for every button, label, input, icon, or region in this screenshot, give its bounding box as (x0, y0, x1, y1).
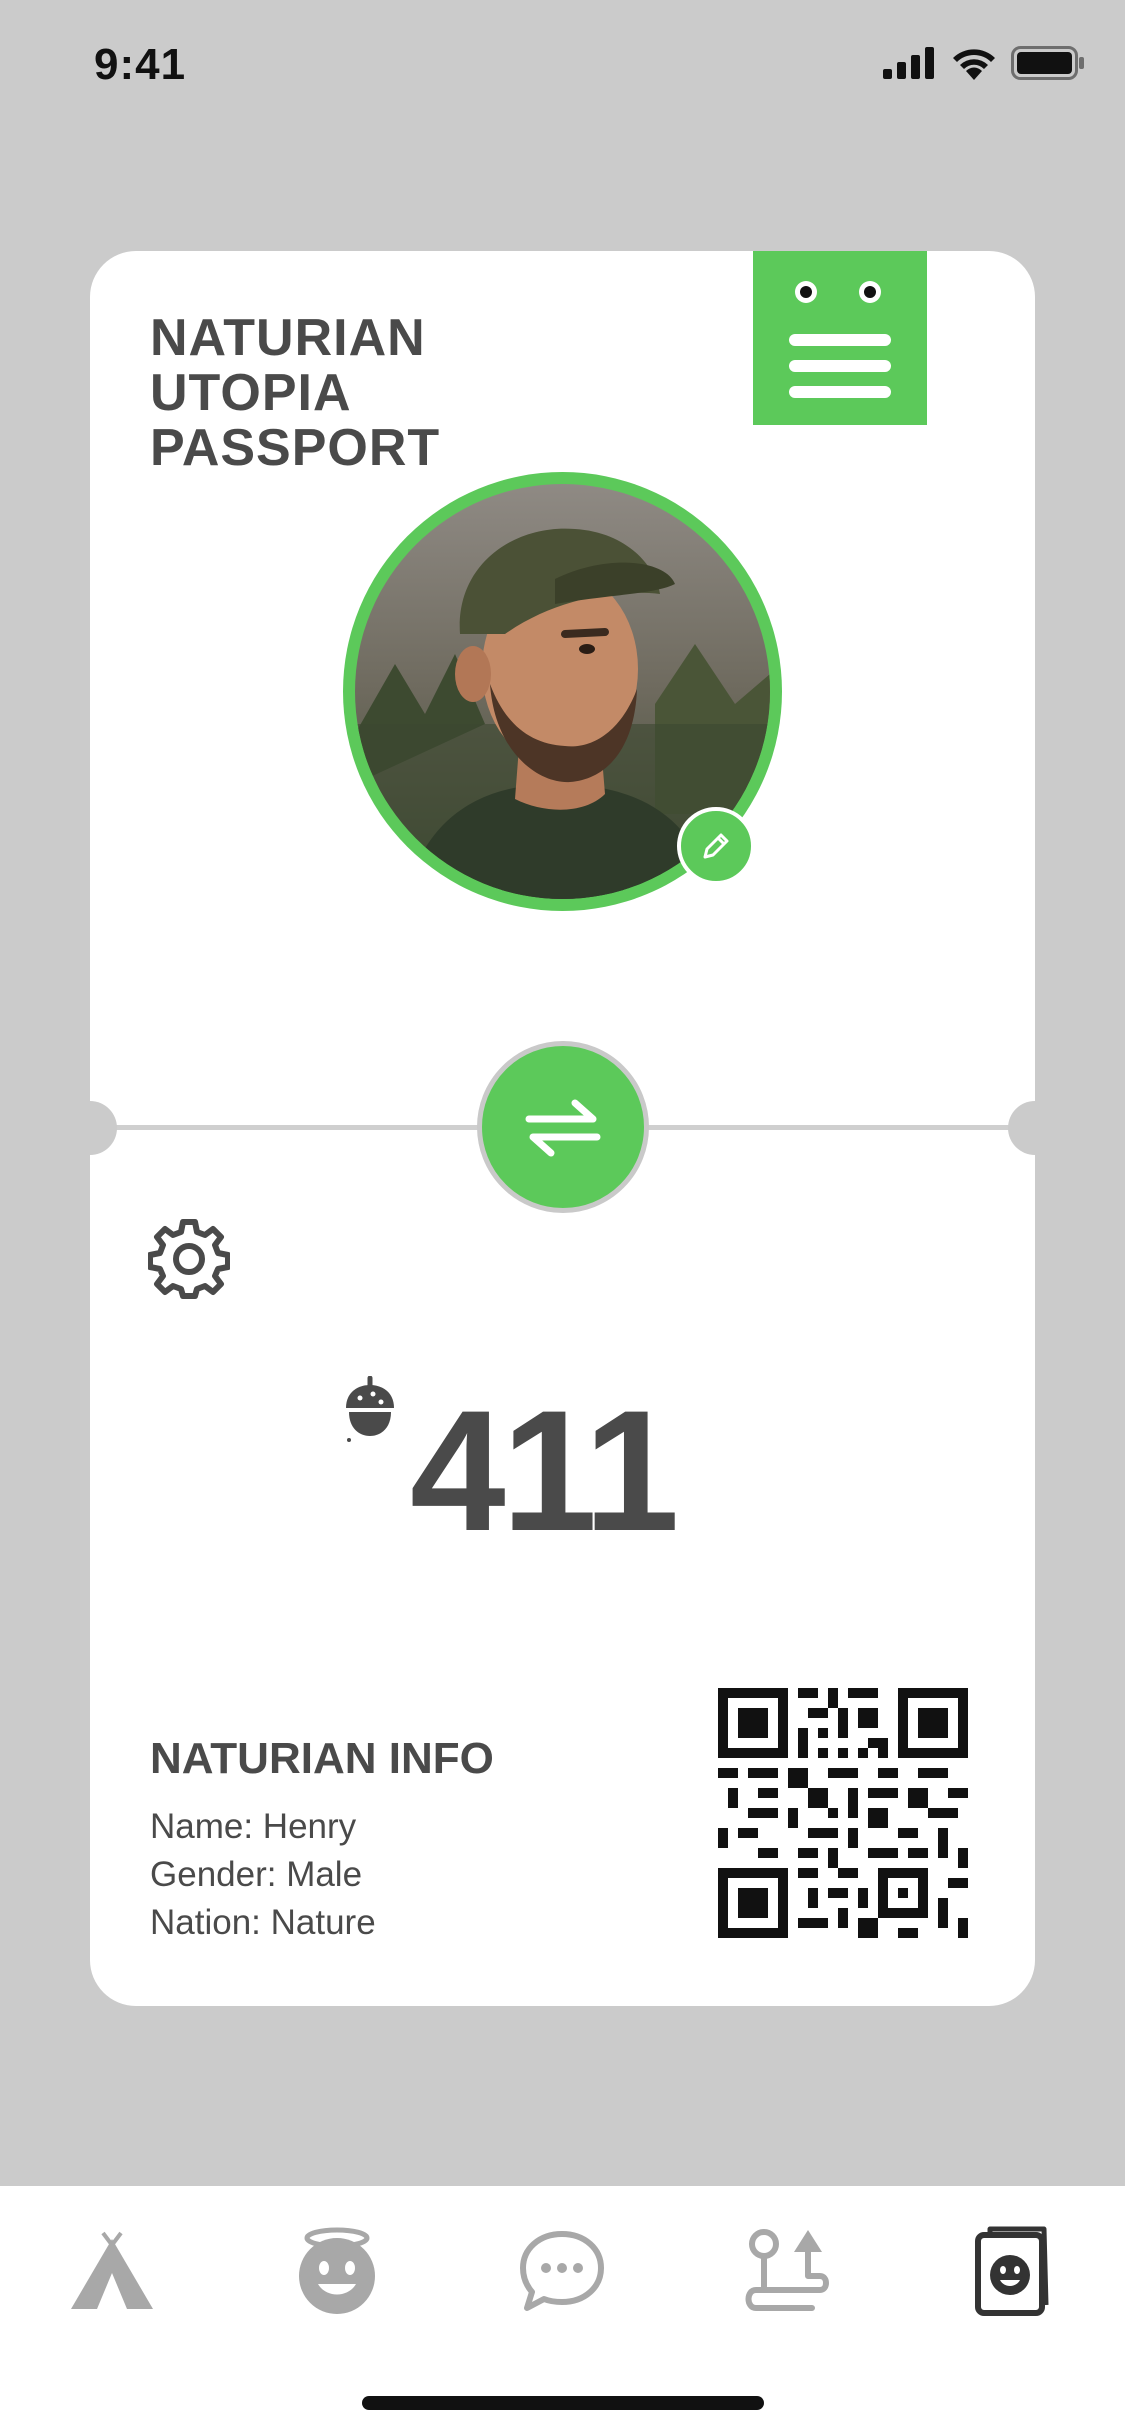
info-heading: NATURIAN INFO (150, 1734, 494, 1783)
card-title-line: NATURIAN (150, 309, 426, 367)
tab-camp[interactable] (57, 2216, 167, 2326)
qr-code[interactable] (718, 1688, 968, 1938)
flip-card-button[interactable] (477, 1041, 649, 1213)
passport-card: NATURIAN UTOPIA PASSPORT 411 NATURIAN IN… (90, 251, 1035, 2006)
tab-chat[interactable] (507, 2216, 617, 2326)
card-title: NATURIAN UTOPIA PASSPORT (150, 311, 440, 476)
info-name: Name: Henry (150, 1807, 357, 1846)
gear-icon[interactable] (148, 1218, 230, 1300)
edit-photo-button[interactable] (677, 807, 755, 885)
route-icon (745, 2229, 829, 2311)
home-indicator[interactable] (362, 2396, 764, 2410)
status-bar: 9:41 (0, 0, 1125, 140)
status-icons (883, 46, 1085, 80)
cellular-signal-icon (883, 47, 934, 79)
passport-icon (975, 2226, 1049, 2316)
swap-arrows-icon (525, 1099, 601, 1157)
card-notch-left (90, 1101, 117, 1155)
tab-profile[interactable] (282, 2216, 392, 2326)
card-title-line: UTOPIA (150, 364, 352, 422)
info-nation: Nation: Nature (150, 1903, 376, 1942)
menu-line (789, 360, 891, 372)
mascot-menu-icon[interactable] (753, 251, 927, 425)
tent-icon (71, 2231, 153, 2309)
balance-value: 411 (410, 1375, 679, 1567)
mascot-eye (795, 281, 817, 303)
tab-passport[interactable] (957, 2216, 1067, 2326)
status-time: 9:41 (94, 40, 187, 89)
mascot-eye (859, 281, 881, 303)
card-title-line: PASSPORT (150, 419, 441, 477)
menu-line (789, 334, 891, 346)
card-notch-right (1008, 1101, 1035, 1155)
tab-route[interactable] (732, 2216, 842, 2326)
angel-face-icon (299, 2227, 375, 2314)
battery-icon (1011, 46, 1084, 80)
chat-bubble-icon (520, 2231, 604, 2311)
menu-line (789, 386, 891, 398)
pencil-icon (703, 833, 729, 859)
acorn-icon (346, 1376, 394, 1442)
wifi-icon (953, 49, 995, 80)
info-gender: Gender: Male (150, 1855, 363, 1894)
